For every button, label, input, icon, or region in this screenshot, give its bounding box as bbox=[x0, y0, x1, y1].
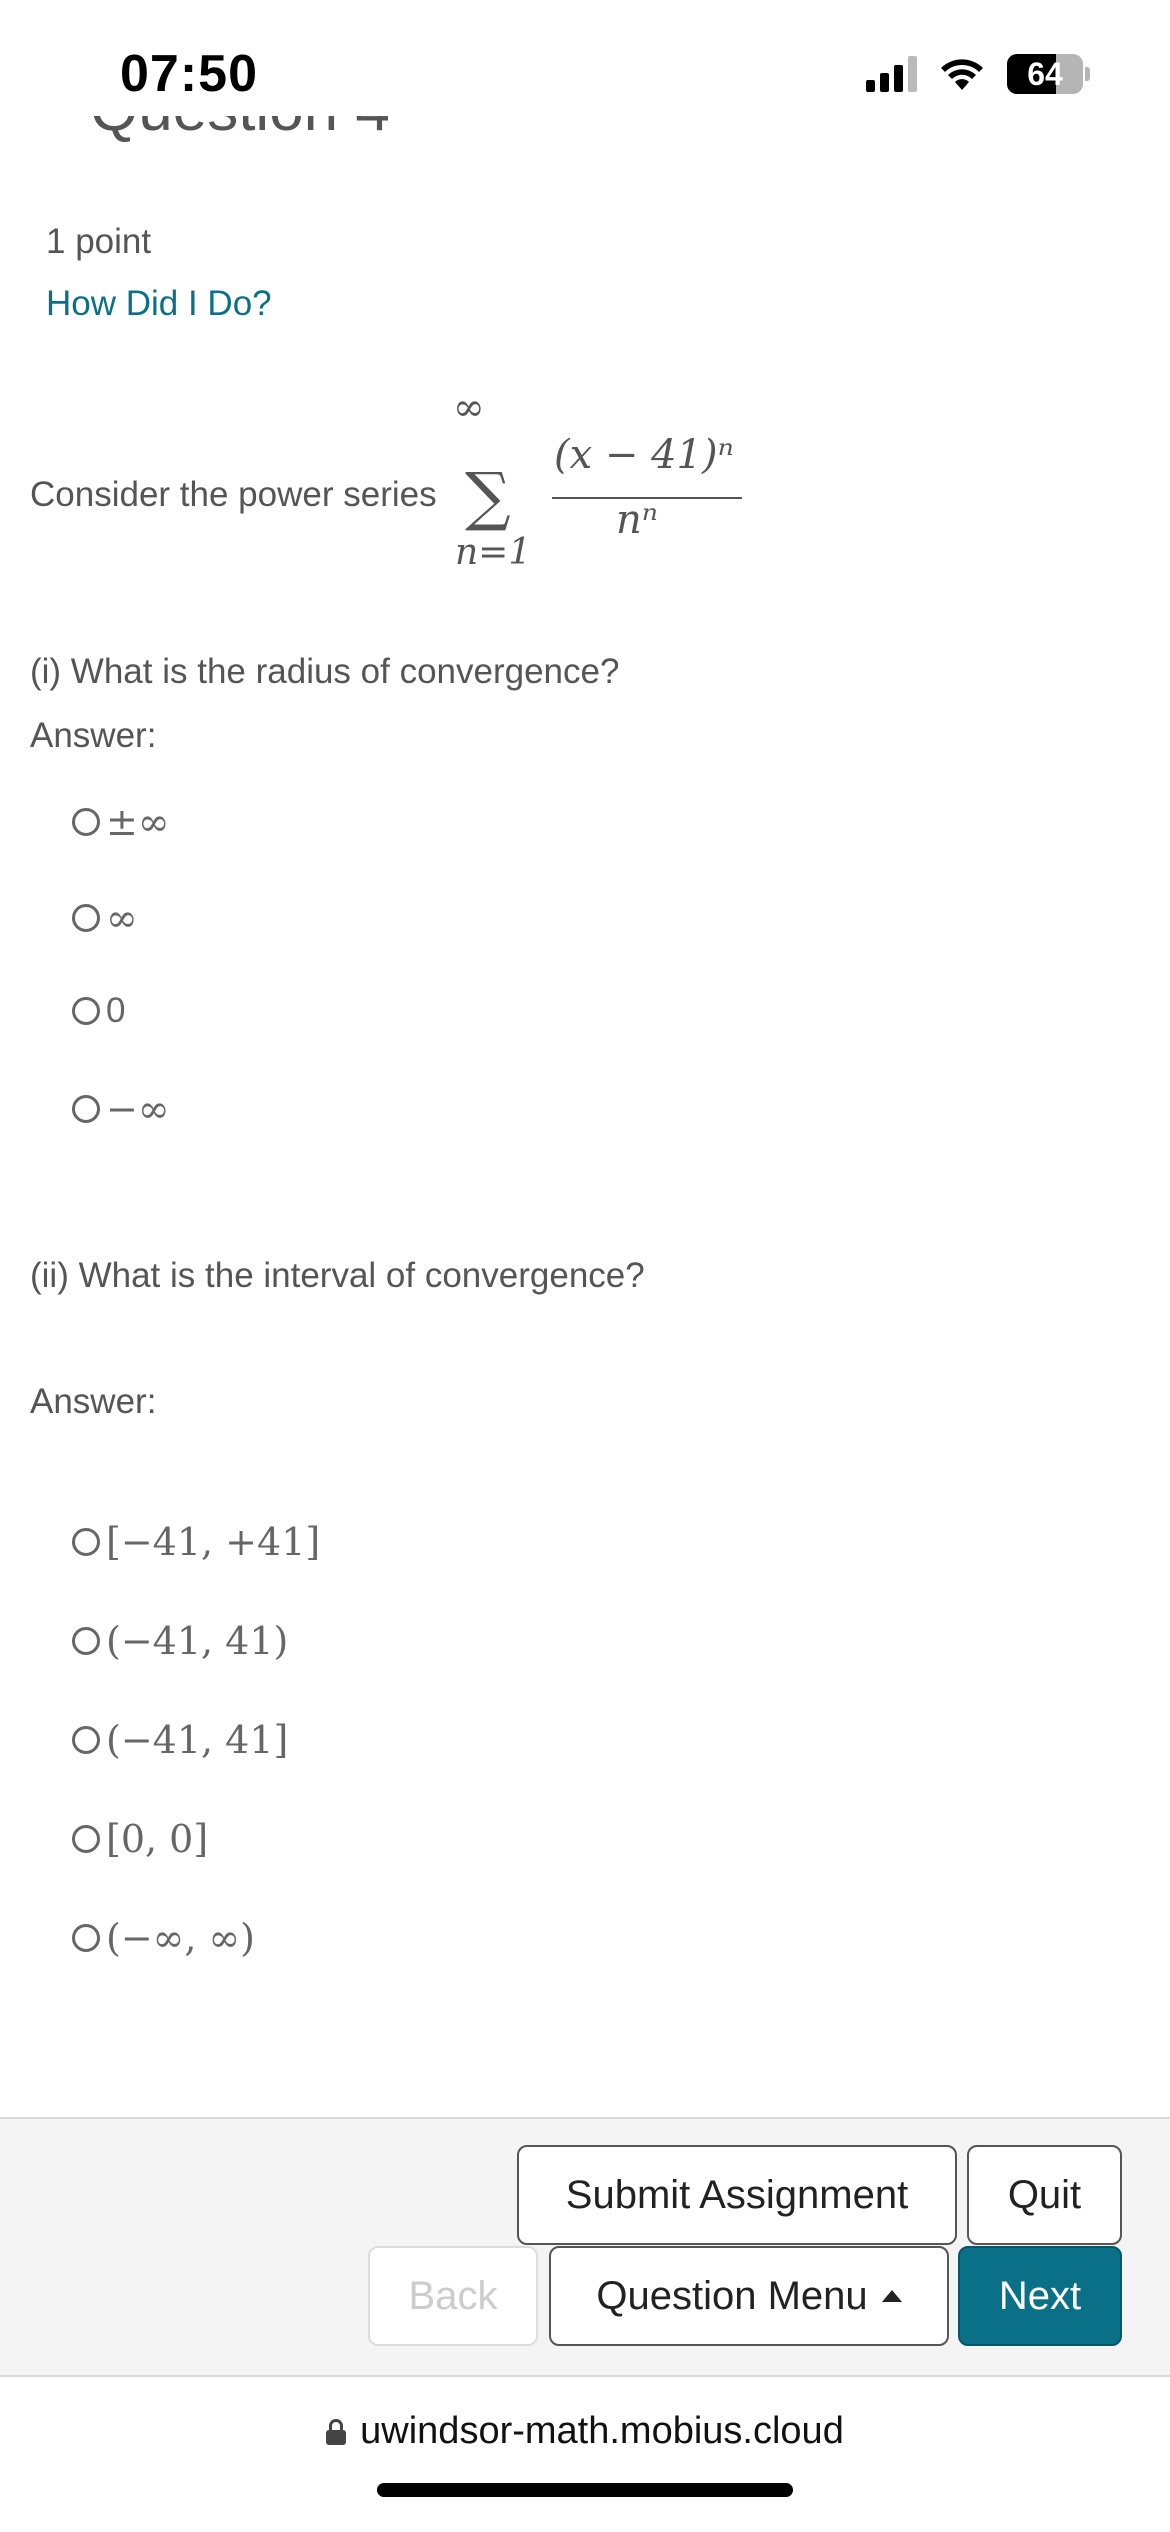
lock-icon bbox=[326, 2418, 347, 2445]
how-did-i-do-link[interactable]: How Did I Do? bbox=[46, 284, 272, 324]
address-bar[interactable]: uwindsor-math.mobius.cloud bbox=[0, 2410, 1170, 2453]
quit-button[interactable]: Quit bbox=[967, 2145, 1122, 2245]
radio-button[interactable] bbox=[72, 1924, 100, 1952]
signal-icon bbox=[866, 56, 917, 92]
part2-option[interactable]: [−41, +41] bbox=[72, 1520, 320, 1564]
question-menu-label: Question Menu bbox=[596, 2273, 868, 2318]
sigma-symbol: ∑ bbox=[465, 460, 511, 534]
radio-button[interactable] bbox=[72, 1726, 100, 1754]
sigma-upper-limit: ∞ bbox=[453, 385, 485, 429]
part1-prompt: (i) What is the radius of convergence? bbox=[30, 652, 620, 691]
url-text: uwindsor-math.mobius.cloud bbox=[360, 2410, 844, 2452]
caret-up-icon bbox=[881, 2290, 902, 2302]
series-intro: Consider the power series bbox=[30, 475, 437, 514]
part1-option[interactable]: 0 bbox=[72, 991, 125, 1031]
status-time: 07:50 bbox=[120, 45, 258, 103]
part2-option[interactable]: (−41, 41) bbox=[72, 1619, 288, 1663]
part1-option[interactable]: ∞ bbox=[72, 896, 138, 940]
question-menu-button[interactable]: Question Menu bbox=[549, 2246, 949, 2346]
radio-button[interactable] bbox=[72, 997, 100, 1025]
part2-option[interactable]: (−41, 41] bbox=[72, 1718, 288, 1762]
part1-option[interactable]: ±∞ bbox=[72, 800, 170, 844]
radio-button[interactable] bbox=[72, 808, 100, 836]
battery-icon: 64 bbox=[1007, 54, 1090, 94]
radio-button[interactable] bbox=[72, 904, 100, 932]
series-numerator: (x − 41)ⁿ bbox=[554, 432, 734, 478]
part2-prompt: (ii) What is the interval of convergence… bbox=[30, 1256, 645, 1295]
points-label: 1 point bbox=[46, 222, 152, 261]
series-denominator: nⁿ bbox=[616, 497, 658, 543]
status-icons: 64 bbox=[866, 54, 1090, 94]
back-button[interactable]: Back bbox=[368, 2246, 538, 2346]
part2-option[interactable]: [0, 0] bbox=[72, 1817, 208, 1861]
radio-button[interactable] bbox=[72, 1627, 100, 1655]
part2-option[interactable]: (−∞, ∞) bbox=[72, 1916, 255, 1960]
radio-button[interactable] bbox=[72, 1528, 100, 1556]
part2-answer-label: Answer: bbox=[30, 1382, 157, 1421]
question-heading-cut: Question 4 bbox=[90, 116, 390, 146]
wifi-icon bbox=[941, 59, 983, 90]
sigma-lower-limit: n=1 bbox=[455, 532, 532, 573]
radio-button[interactable] bbox=[72, 1095, 100, 1123]
battery-level: 64 bbox=[1027, 55, 1063, 92]
home-indicator[interactable] bbox=[377, 2483, 793, 2497]
part1-answer-label: Answer: bbox=[30, 716, 157, 755]
part1-option[interactable]: −∞ bbox=[72, 1087, 170, 1131]
radio-button[interactable] bbox=[72, 1825, 100, 1853]
submit-assignment-button[interactable]: Submit Assignment bbox=[517, 2145, 957, 2245]
next-button[interactable]: Next bbox=[958, 2246, 1122, 2346]
